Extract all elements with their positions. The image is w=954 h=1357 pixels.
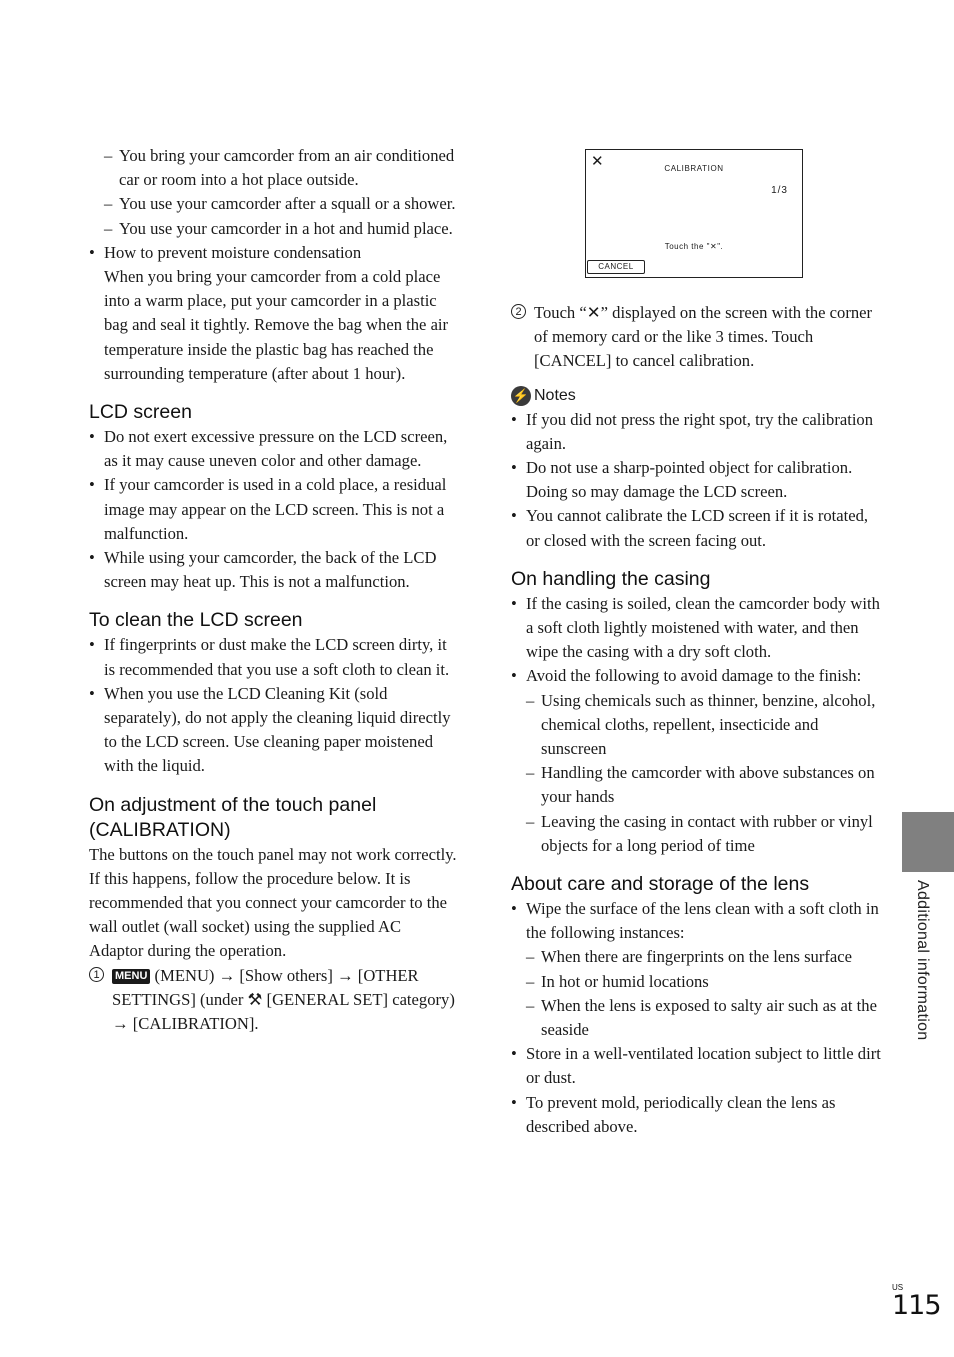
- wrench-icon: ⚒: [247, 989, 263, 1009]
- section-heading-calibration: On adjustment of the touch panel (CALIBR…: [89, 793, 377, 841]
- calibration-screen-figure: ✕ CALIBRATION 1/3 Touch the "✕". CANCEL: [585, 149, 803, 278]
- right-column: 2 Touch “✕” displayed on the screen with…: [511, 301, 881, 1139]
- bullet-marker: •: [89, 242, 95, 262]
- screen-instruction: Touch the "✕".: [664, 242, 724, 251]
- calibration-step-2: 2 Touch “✕” displayed on the screen with…: [511, 301, 881, 374]
- list-item: • Wipe the surface of the lens clean with…: [511, 899, 879, 943]
- left-column: – You bring your camcorder from an air co…: [89, 144, 457, 1036]
- prevent-title: How to prevent moisture condensation: [104, 242, 362, 262]
- prevent-body: When you bring your camcorder from a col…: [104, 267, 449, 383]
- list-item: • If fingerprints or dust make the LCD sc…: [89, 635, 450, 679]
- section-heading-lens: About care and storage of the lens: [511, 873, 810, 896]
- dash-marker: –: [104, 194, 113, 214]
- list-subitem: – Using chemicals such as thinner, benzin…: [526, 690, 876, 759]
- page-number-block: US 115: [892, 1283, 942, 1321]
- screen-title: CALIBRATION: [664, 164, 724, 173]
- dash-marker: –: [104, 218, 113, 238]
- notes-heading: ⚡ Notes: [511, 385, 576, 406]
- step-number-2: 2: [511, 304, 526, 319]
- list-item: • You cannot calibrate the LCD screen if …: [511, 506, 869, 550]
- list-item: • Do not exert excessive pressure on the …: [89, 427, 448, 471]
- list-item: • While using your camcorder, the back of…: [89, 548, 437, 592]
- list-item: • Avoid the following to avoid damage to …: [511, 666, 862, 686]
- section-tab-marker: [902, 812, 954, 872]
- menu-button-icon: MENU: [112, 968, 151, 984]
- prevent-condensation-item: • How to prevent moisture condensation W…: [89, 241, 457, 386]
- section-tab-label: Additional information: [914, 880, 931, 1041]
- calibration-step-1: 1 MENU (MENU) → [Show others] → [OTHER S…: [89, 964, 457, 1037]
- list-item: • Do not use a sharp-pointed object for c…: [511, 458, 853, 502]
- list-item: • Store in a well-ventilated location sub…: [511, 1044, 881, 1088]
- list-subitem: – When the lens is exposed to salty air s…: [526, 995, 877, 1040]
- list-item: • If your camcorder is used in a cold pla…: [89, 475, 447, 543]
- list-subitem: – When there are fingerprints on the lens…: [526, 947, 852, 967]
- section-heading-casing: On handling the casing: [511, 567, 711, 590]
- notes-warning-icon: ⚡: [511, 385, 531, 406]
- list-item: • If you did not press the right spot, tr…: [511, 409, 874, 453]
- list-subitem: – In hot or humid locations: [526, 971, 709, 991]
- list-item: • To prevent mold, periodically clean the…: [511, 1092, 836, 1136]
- screen-page-indicator: 1/3: [771, 185, 788, 196]
- section-heading-lcd-screen: LCD screen: [89, 401, 192, 424]
- dash-marker: –: [104, 146, 113, 165]
- page-number: 115: [892, 1290, 942, 1321]
- screen-cancel-button: CANCEL: [587, 260, 645, 274]
- list-item: • When you use the LCD Cleaning Kit (sold…: [89, 683, 451, 776]
- list-subitem: – Handling the camcorder with above subst…: [526, 763, 875, 807]
- section-heading-clean-lcd: To clean the LCD screen: [89, 609, 303, 632]
- step-number-1: 1: [89, 966, 104, 982]
- calibration-body: The buttons on the touch panel may not w…: [89, 844, 457, 961]
- condition-item: – You bring your camcorder from an air co…: [104, 146, 455, 190]
- list-item: • If the casing is soiled, clean the camc…: [511, 593, 880, 662]
- condition-item: – You use your camcorder after a squall o…: [89, 192, 457, 216]
- list-subitem: – Leaving the casing in contact with rubb…: [526, 811, 873, 855]
- condition-item: – You use your camcorder in a hot and hum…: [89, 217, 457, 241]
